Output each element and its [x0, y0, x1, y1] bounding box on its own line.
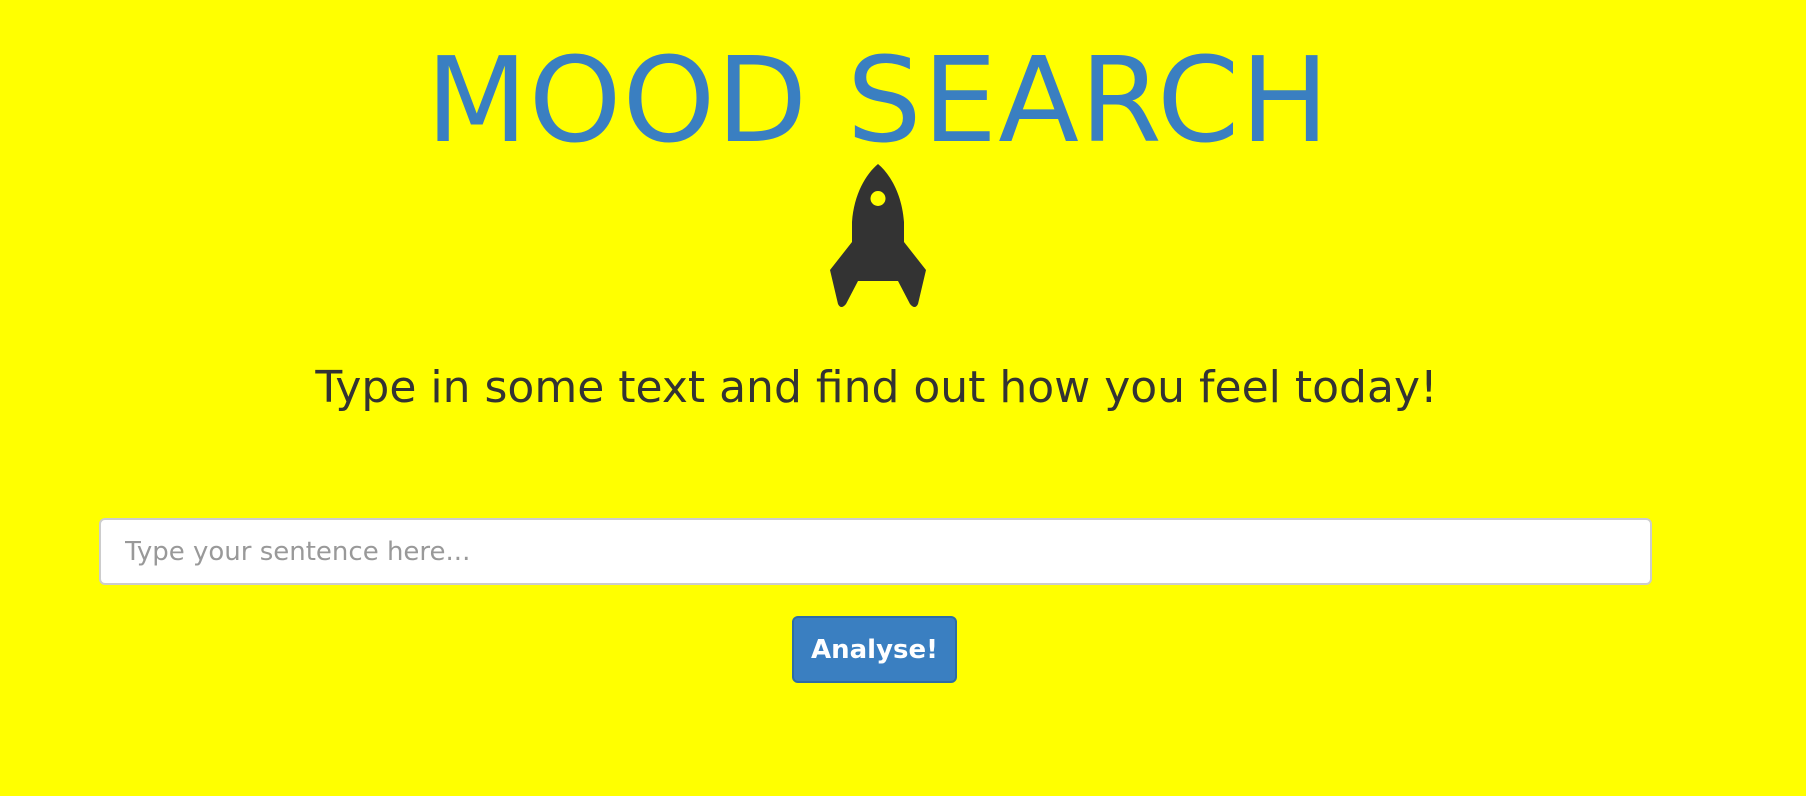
analyse-button[interactable]: Analyse!: [792, 616, 957, 683]
intro-text: Type in some text and find out how you f…: [315, 362, 1438, 413]
page-title: MOOD SEARCH: [425, 31, 1331, 169]
sentence-input[interactable]: [99, 518, 1652, 585]
search-field-container: [99, 518, 1652, 585]
rocket-icon: [830, 164, 926, 310]
page: MOOD SEARCH Type in some text and find o…: [0, 0, 1806, 796]
